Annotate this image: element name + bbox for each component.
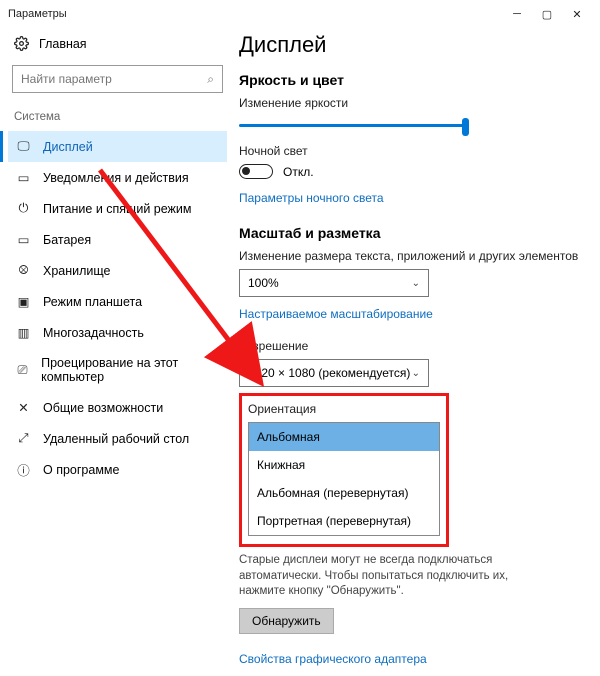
window-controls: ─ ▢ ✕ (502, 2, 592, 26)
nav-label: О программе (43, 463, 119, 477)
scale-value: 100% (248, 276, 279, 290)
battery-icon: ▭ (16, 232, 31, 247)
slider-track (239, 124, 469, 127)
nav-label: Проецирование на этот компьютер (41, 356, 219, 384)
nav-label: Режим планшета (43, 295, 142, 309)
info-icon: ⓘ (16, 462, 31, 477)
power-icon: ⏻ (16, 201, 31, 216)
nav-projecting[interactable]: ⎚ Проецирование на этот компьютер (8, 348, 227, 392)
search-icon: ⌕ (207, 72, 214, 87)
resolution-label: Разрешение (239, 339, 582, 353)
night-light-settings-link[interactable]: Параметры ночного света (239, 191, 384, 205)
project-icon: ⎚ (16, 363, 29, 378)
orientation-label: Ориентация (248, 402, 440, 416)
page-title: Дисплей (239, 32, 582, 58)
multitask-icon: ▥ (16, 325, 31, 340)
nav-shared[interactable]: ✕ Общие возможности (8, 392, 227, 423)
scale-heading: Масштаб и разметка (239, 225, 582, 241)
detect-button[interactable]: Обнаружить (239, 608, 334, 634)
tablet-icon: ▣ (16, 294, 31, 309)
nav-label: Многозадачность (43, 326, 144, 340)
orientation-option-portrait[interactable]: Книжная (249, 451, 439, 479)
resolution-combobox[interactable]: 1920 × 1080 (рекомендуется) ⌄ (239, 359, 429, 387)
nav-about[interactable]: ⓘ О программе (8, 454, 227, 485)
search-input[interactable]: ⌕ (12, 65, 223, 93)
home-label: Главная (39, 37, 87, 51)
brightness-label: Изменение яркости (239, 96, 582, 110)
nav-label: Хранилище (43, 264, 111, 278)
nav-label: Дисплей (43, 140, 93, 154)
nav-tablet[interactable]: ▣ Режим планшета (8, 286, 227, 317)
nav-label: Питание и спящий режим (43, 202, 191, 216)
section-title: Система (8, 107, 227, 131)
minimize-button[interactable]: ─ (502, 2, 532, 26)
toggle-knob (242, 167, 250, 175)
brightness-heading: Яркость и цвет (239, 72, 582, 88)
orientation-option-portrait-flipped[interactable]: Портретная (перевернутая) (249, 507, 439, 535)
nav-remote[interactable]: ⤢ Удаленный рабочий стол (8, 423, 227, 454)
storage-icon: ⮾ (16, 263, 31, 278)
orientation-option-landscape[interactable]: Альбомная (249, 423, 439, 451)
nav-power[interactable]: ⏻ Питание и спящий режим (8, 193, 227, 224)
message-icon: ▭ (16, 170, 31, 185)
nav-battery[interactable]: ▭ Батарея (8, 224, 227, 255)
orientation-dropdown[interactable]: Альбомная Книжная Альбомная (перевернута… (248, 422, 440, 536)
scale-combobox[interactable]: 100% ⌄ (239, 269, 429, 297)
close-button[interactable]: ✕ (562, 2, 592, 26)
window-title: Параметры (8, 8, 502, 20)
monitor-icon: 🖵 (16, 139, 31, 154)
nav-label: Удаленный рабочий стол (43, 432, 189, 446)
remote-icon: ⤢ (16, 431, 31, 446)
brightness-slider[interactable] (239, 116, 469, 134)
nav-display[interactable]: 🖵 Дисплей (8, 131, 227, 162)
night-light-state: Откл. (283, 165, 314, 179)
main-panel: Дисплей Яркость и цвет Изменение яркости… (235, 28, 600, 626)
detect-hint: Старые дисплеи могут не всегда подключат… (239, 553, 539, 600)
maximize-button[interactable]: ▢ (532, 2, 562, 26)
nav-label: Уведомления и действия (43, 171, 189, 185)
titlebar: Параметры ─ ▢ ✕ (0, 0, 600, 28)
nav-notifications[interactable]: ▭ Уведомления и действия (8, 162, 227, 193)
nav-storage[interactable]: ⮾ Хранилище (8, 255, 227, 286)
orientation-highlight: Ориентация Альбомная Книжная Альбомная (… (239, 393, 449, 547)
chevron-down-icon: ⌄ (412, 368, 420, 379)
nav-label: Батарея (43, 233, 91, 247)
chevron-down-icon: ⌄ (412, 278, 420, 289)
orientation-option-landscape-flipped[interactable]: Альбомная (перевернутая) (249, 479, 439, 507)
night-light-toggle[interactable] (239, 164, 273, 179)
scale-label: Изменение размера текста, приложений и д… (239, 249, 582, 263)
gear-icon (14, 36, 29, 51)
slider-thumb[interactable] (462, 118, 469, 136)
search-field[interactable] (21, 72, 207, 86)
resolution-value: 1920 × 1080 (рекомендуется) (248, 366, 410, 380)
sidebar: Главная ⌕ Система 🖵 Дисплей ▭ Уведомлени… (0, 28, 235, 626)
nav-label: Общие возможности (43, 401, 163, 415)
night-light-label: Ночной свет (239, 144, 582, 158)
graphics-adapter-link[interactable]: Свойства графического адаптера (239, 652, 427, 666)
shared-icon: ✕ (16, 400, 31, 415)
custom-scaling-link[interactable]: Настраиваемое масштабирование (239, 307, 433, 321)
nav-multitask[interactable]: ▥ Многозадачность (8, 317, 227, 348)
home-link[interactable]: Главная (8, 28, 227, 57)
